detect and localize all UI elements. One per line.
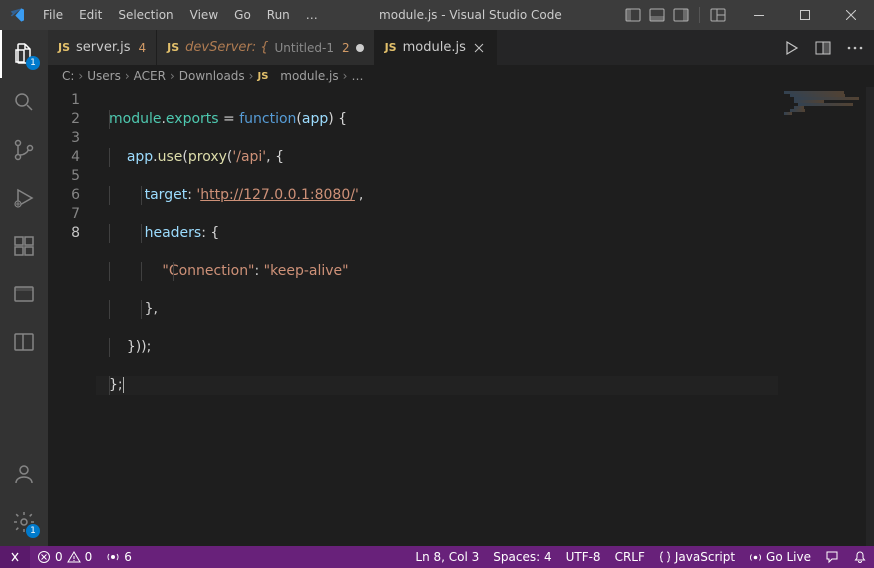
breadcrumb-item[interactable]: … (351, 69, 363, 83)
activity-bar: 1 1 (0, 30, 48, 546)
divider (699, 7, 700, 23)
maximize-button[interactable] (782, 0, 828, 30)
broadcast-icon (106, 550, 120, 564)
window-controls (736, 0, 874, 30)
split-editor-icon[interactable] (814, 39, 832, 57)
title-bar: File Edit Selection View Go Run … module… (0, 0, 874, 30)
js-file-icon: JS (58, 41, 70, 54)
window-icon[interactable] (0, 270, 48, 318)
layout-controls (615, 7, 736, 23)
editor-group: JS server.js 4 JS devServer: { Untitled-… (48, 30, 874, 546)
breadcrumb-file[interactable]: JS module.js (257, 69, 338, 83)
explorer-badge: 1 (26, 56, 40, 70)
breadcrumb-item[interactable]: Downloads (179, 69, 245, 83)
breadcrumbs: C: › Users › ACER › Downloads › JS module.js… (48, 65, 874, 87)
chevron-right-icon: › (343, 69, 348, 83)
minimap[interactable] (778, 87, 874, 546)
status-errors-warnings[interactable]: 0 0 (30, 546, 99, 568)
toggle-panel-icon[interactable] (649, 7, 665, 23)
toggle-primary-sidebar-icon[interactable] (625, 7, 641, 23)
tab-label: devServer: { (185, 40, 268, 55)
status-cursor-position[interactable]: Ln 8, Col 3 (408, 546, 486, 568)
breadcrumb-item[interactable]: C: (62, 69, 74, 83)
extensions-icon[interactable] (0, 222, 48, 270)
tab-devserver[interactable]: JS devServer: { Untitled-1 2 (157, 30, 374, 65)
menu-file[interactable]: File (35, 0, 71, 30)
vscode-logo-icon (0, 7, 35, 23)
minimize-button[interactable] (736, 0, 782, 30)
status-go-live[interactable]: Go Live (742, 546, 818, 568)
tab-label: module.js (403, 40, 466, 55)
toggle-secondary-sidebar-icon[interactable] (673, 7, 689, 23)
menu-selection[interactable]: Selection (110, 0, 181, 30)
status-indentation[interactable]: Spaces: 4 (486, 546, 558, 568)
breadcrumb-item[interactable]: ACER (134, 69, 166, 83)
js-file-icon: JS (385, 41, 397, 54)
run-file-icon[interactable] (782, 39, 800, 57)
explorer-icon[interactable]: 1 (0, 30, 48, 78)
status-remote[interactable] (0, 546, 30, 568)
tab-description: Untitled-1 (275, 41, 334, 55)
status-forwarded-ports[interactable]: 6 (99, 546, 139, 568)
source-control-icon[interactable] (0, 126, 48, 174)
text-cursor (123, 377, 124, 393)
braces-icon (659, 551, 671, 563)
status-bar: 0 0 6 Ln 8, Col 3 Spaces: 4 UTF-8 CRLF J… (0, 546, 874, 568)
layout-icon[interactable] (0, 318, 48, 366)
more-actions-icon[interactable] (846, 39, 864, 57)
tab-problems-count: 2 (342, 41, 350, 55)
settings-badge: 1 (26, 524, 40, 538)
search-icon[interactable] (0, 78, 48, 126)
chevron-right-icon: › (249, 69, 254, 83)
js-file-icon: JS (257, 71, 268, 82)
main-menu: File Edit Selection View Go Run … (35, 0, 326, 30)
menu-edit[interactable]: Edit (71, 0, 110, 30)
chevron-right-icon: › (78, 69, 83, 83)
warning-icon (67, 550, 81, 564)
menu-go[interactable]: Go (226, 0, 259, 30)
chevron-right-icon: › (125, 69, 130, 83)
status-language-mode[interactable]: JavaScript (652, 546, 742, 568)
line-gutter: 1234 5678 (48, 87, 96, 546)
status-eol[interactable]: CRLF (608, 546, 652, 568)
tab-label: server.js (76, 40, 130, 55)
broadcast-icon (749, 551, 762, 564)
error-icon (37, 550, 51, 564)
run-debug-icon[interactable] (0, 174, 48, 222)
status-notifications-icon[interactable] (846, 546, 874, 568)
status-feedback-icon[interactable] (818, 546, 846, 568)
editor-actions (772, 30, 874, 65)
menu-run[interactable]: Run (259, 0, 298, 30)
tab-close-icon[interactable] (472, 41, 486, 55)
tab-server-js[interactable]: JS server.js 4 (48, 30, 157, 65)
accounts-icon[interactable] (0, 450, 48, 498)
code-editor[interactable]: 1234 5678 module.exports = function(app)… (48, 87, 874, 546)
breadcrumb-item[interactable]: Users (87, 69, 121, 83)
menu-overflow[interactable]: … (298, 0, 326, 30)
dirty-indicator-icon (356, 44, 364, 52)
code-content[interactable]: module.exports = function(app) { app.use… (96, 87, 778, 546)
menu-view[interactable]: View (182, 0, 226, 30)
editor-tabs: JS server.js 4 JS devServer: { Untitled-… (48, 30, 874, 65)
js-file-icon: JS (167, 41, 179, 54)
close-button[interactable] (828, 0, 874, 30)
window-title: module.js - Visual Studio Code (326, 8, 615, 22)
customize-layout-icon[interactable] (710, 7, 726, 23)
status-encoding[interactable]: UTF-8 (559, 546, 608, 568)
tab-problems-count: 4 (139, 41, 147, 55)
chevron-right-icon: › (170, 69, 175, 83)
settings-gear-icon[interactable]: 1 (0, 498, 48, 546)
tab-module-js[interactable]: JS module.js (375, 30, 497, 65)
